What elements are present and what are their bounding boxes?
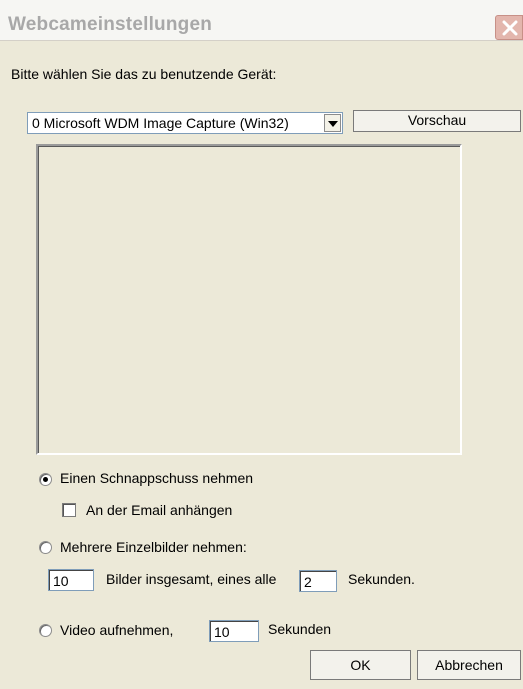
attach-email-label: An der Email anhängen <box>86 502 233 518</box>
multiple-label: Mehrere Einzelbilder nehmen: <box>60 539 247 555</box>
images-total-text: Bilder insgesamt, eines alle <box>106 571 277 587</box>
video-label: Video aufnehmen, <box>60 622 174 638</box>
window-title: Webcameinstellungen <box>8 14 213 35</box>
cancel-button[interactable]: Abbrechen <box>417 650 521 680</box>
chevron-down-icon[interactable] <box>324 114 341 132</box>
radio-snapshot[interactable] <box>39 473 52 486</box>
video-unit-label: Sekunden <box>268 621 332 637</box>
interval-unit-label: Sekunden. <box>348 571 415 587</box>
preview-area <box>36 144 462 455</box>
radio-multiple[interactable] <box>39 541 52 554</box>
video-seconds-input[interactable]: 10 <box>209 620 259 642</box>
device-select[interactable]: 0 Microsoft WDM Image Capture (Win32) <box>27 112 343 134</box>
close-button[interactable] <box>495 15 523 40</box>
close-icon <box>502 20 518 36</box>
title-bar: Webcameinstellungen <box>0 0 523 41</box>
radio-video[interactable] <box>39 624 52 637</box>
device-prompt-label: Bitte wählen Sie das zu benutzende Gerät… <box>11 66 277 82</box>
images-total-input[interactable]: 10 <box>48 569 94 591</box>
interval-input[interactable]: 2 <box>299 570 337 592</box>
preview-button[interactable]: Vorschau <box>353 110 521 132</box>
attach-email-checkbox[interactable] <box>62 503 76 517</box>
ok-button[interactable]: OK <box>310 650 411 680</box>
snapshot-label: Einen Schnappschuss nehmen <box>60 470 254 486</box>
device-select-value: 0 Microsoft WDM Image Capture (Win32) <box>32 115 289 131</box>
